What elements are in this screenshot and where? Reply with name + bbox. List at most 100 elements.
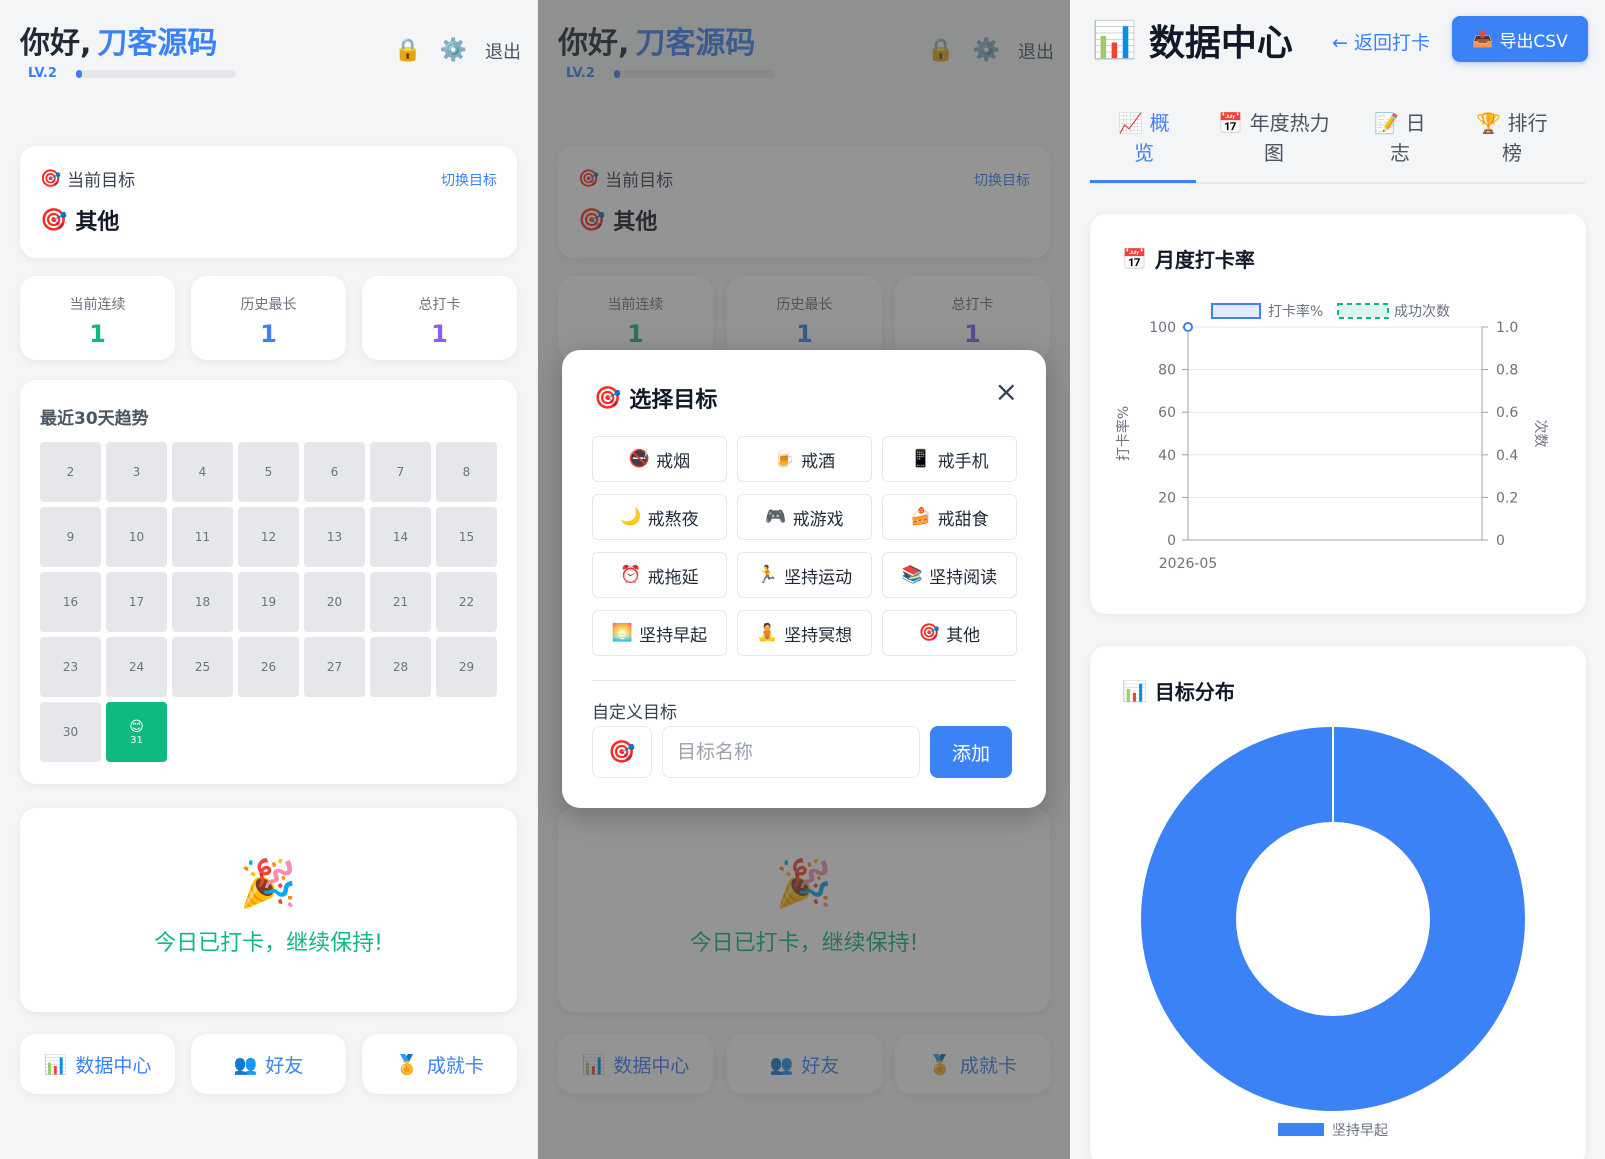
goal-name-input[interactable]: [662, 726, 920, 778]
goal-option[interactable]: 📱 戒手机: [882, 436, 1017, 482]
current-goal-name: 🎯 其他: [40, 204, 119, 236]
legend-label-success: 成功次数: [1394, 304, 1450, 320]
stat-value: 1: [260, 320, 277, 348]
y-tick-label: 20: [1158, 490, 1176, 506]
data-point-rate: [1183, 322, 1193, 332]
y2-tick-label: 0.4: [1496, 448, 1518, 464]
home-screen: 你好, 刀客源码 LV.2 🔒 ⚙️ 退出 🎯 当前目标 切换目标 🎯 其他 当前连续…: [0, 0, 537, 1159]
goal-option[interactable]: 🧘 坚持冥想: [737, 610, 872, 656]
goal-option[interactable]: 🌅 坚持早起: [592, 610, 727, 656]
calendar-day: 21: [370, 572, 431, 632]
target-icon: 🎯: [594, 385, 622, 411]
y2-tick-label: 0.6: [1496, 405, 1518, 421]
legend-label-rate: 打卡率%: [1268, 303, 1323, 320]
nav-achievements-button[interactable]: 🏅 成就卡: [362, 1034, 517, 1094]
goal-option[interactable]: 🎯 其他: [882, 610, 1017, 656]
tab-leaderboard[interactable]: 🏆 排行榜: [1476, 108, 1548, 168]
goal-option-label: 坚持早起: [639, 625, 708, 646]
calendar-day: 2: [40, 442, 101, 502]
goal-option[interactable]: 🎮 戒游戏: [737, 494, 872, 540]
calendar-day: 5: [238, 442, 299, 502]
goal-option-label: 坚持运动: [784, 567, 853, 588]
nav-friends-button[interactable]: 👥 好友: [191, 1034, 346, 1094]
goal-option[interactable]: 🍺 戒酒: [737, 436, 872, 482]
greeting: 你好,刀客源码: [20, 18, 217, 62]
back-to-checkin-link[interactable]: ← 返回打卡: [1332, 28, 1430, 55]
y2-tick-label: 0.8: [1496, 363, 1518, 379]
stat-value: 1: [431, 320, 448, 348]
trend-title: 最近30天趋势: [40, 409, 149, 429]
current-goal-header: 🎯当前目标: [40, 166, 135, 192]
stat-label: 当前连续: [69, 297, 126, 313]
stat-total-checkins: 总打卡 1: [362, 276, 517, 360]
goal-select-screen: 你好,刀客源码 LV.2 🔒 ⚙️ 退出 🎯当前目标 切换目标 🎯其他 当前连续…: [538, 0, 1070, 1159]
tab-heatmap[interactable]: 📅 年度热力图: [1218, 108, 1330, 168]
level-progress-bar: [76, 70, 236, 78]
tab-label: 览: [1134, 141, 1154, 165]
bar-chart-icon: 📊: [1092, 20, 1137, 61]
close-icon[interactable]: ×: [995, 378, 1018, 406]
calendar-day: 4: [172, 442, 233, 502]
goal-option-label: 坚持冥想: [784, 625, 853, 646]
goal-option[interactable]: 🏃 坚持运动: [737, 552, 872, 598]
tab-label: 排行: [1507, 111, 1548, 135]
y2-tick-label: 0: [1496, 533, 1505, 549]
target-icon: 🎯: [40, 207, 68, 233]
monthly-rate-chart: 0 20 40 60 80 100 0 0.2 0.4 0.6 0.8 1.0 2026-05 打卡率% 次…: [1115, 303, 1548, 572]
calendar-day: 10: [106, 507, 167, 567]
export-csv-button[interactable]: 📤 导出CSV: [1452, 16, 1588, 62]
calendar-day: 😊 31: [106, 702, 167, 762]
add-goal-button[interactable]: 添加: [930, 726, 1012, 778]
goal-option-icon: 🧘: [756, 623, 779, 643]
settings-icon[interactable]: ⚙️: [440, 40, 467, 62]
modal-title-text: 选择目标: [629, 388, 718, 413]
target-icon: 🎯: [40, 168, 62, 189]
goal-option-label: 戒熬夜: [647, 509, 699, 530]
y2-tick-label: 0.2: [1496, 490, 1518, 506]
goal-option-label: 戒游戏: [792, 509, 844, 530]
calendar-day: 27: [304, 637, 365, 697]
calendar-day: 19: [238, 572, 299, 632]
lock-icon[interactable]: 🔒: [394, 40, 421, 62]
party-popper-icon: 🎉: [239, 856, 298, 910]
goal-option-label: 坚持阅读: [929, 567, 998, 588]
goal-option[interactable]: 📚 坚持阅读: [882, 552, 1017, 598]
medal-icon: 🏅: [395, 1053, 419, 1076]
goal-option[interactable]: ⏰ 戒拖延: [592, 552, 727, 598]
smile-icon: 😊: [129, 718, 144, 735]
stat-longest-streak: 历史最长 1: [191, 276, 346, 360]
tab-overview[interactable]: 📈 概览: [1114, 108, 1174, 168]
memo-icon: 📝: [1374, 111, 1400, 135]
stat-label: 历史最长: [240, 297, 297, 313]
tab-log[interactable]: 📝 日志: [1370, 108, 1430, 168]
goal-option-icon: 🎮: [765, 507, 787, 527]
goal-option-icon: 🎯: [918, 623, 941, 643]
calendar-icon: 📅: [1218, 111, 1244, 135]
goal-option[interactable]: 🚭 戒烟: [592, 436, 727, 482]
calendar-day: 7: [370, 442, 431, 502]
y-tick-label: 40: [1158, 448, 1176, 464]
goal-option-icon: 🌙: [620, 507, 642, 527]
calendar-day: 11: [172, 507, 233, 567]
switch-goal-link[interactable]: 切换目标: [441, 170, 497, 190]
calendar-day: 29: [436, 637, 497, 697]
chart-icon: 📊: [43, 1053, 68, 1076]
goal-distribution-chart: 坚持早起: [1141, 727, 1525, 1139]
custom-emoji-picker[interactable]: 🎯: [592, 726, 652, 778]
nav-label: 数据中心: [75, 1054, 152, 1077]
calendar-day: 14: [370, 507, 431, 567]
monthly-rate-card: 📅 月度打卡率 0 20 40 60 80 100 0 0.2 0.4 0.6 0.8 1.0 2026-…: [1090, 214, 1586, 614]
username: 刀客源码: [97, 26, 218, 61]
calendar-day: 30: [40, 702, 101, 762]
goal-option[interactable]: 🌙 戒熬夜: [592, 494, 727, 540]
goal-option[interactable]: 🍰 戒甜食: [882, 494, 1017, 540]
calendar-day: 3: [106, 442, 167, 502]
people-icon: 👥: [233, 1053, 258, 1076]
y-tick-label: 100: [1149, 320, 1176, 336]
logout-button[interactable]: 退出: [485, 38, 521, 64]
nav-data-center-button[interactable]: 📊 数据中心: [20, 1034, 175, 1094]
goal-option-icon: 📚: [901, 565, 924, 585]
top-actions: 🔒 ⚙️ 退出: [394, 38, 521, 64]
tab-label: 志: [1390, 141, 1410, 165]
trend-calendar: 2 3 4 5 6 7 8 9 10 11 12 13 14 15 16 17 18 19 20 21 22 23 24 25…: [40, 442, 497, 762]
